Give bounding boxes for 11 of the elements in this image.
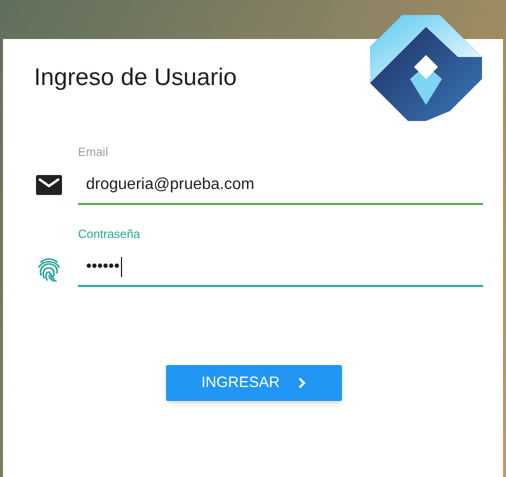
chevron-right-icon [298, 377, 306, 389]
field-label: Contraseña [78, 227, 142, 241]
field-label: Email [78, 145, 110, 159]
field-value: •••••• [86, 257, 120, 277]
password-field[interactable]: •••••• [78, 249, 483, 287]
card-title: Ingreso de Usuario [34, 63, 237, 93]
text-cursor [120, 257, 122, 277]
fingerprint-icon [36, 257, 60, 283]
email-field[interactable]: drogueria@prueba.com [78, 167, 483, 205]
mail-icon [36, 175, 62, 195]
field-value: drogueria@prueba.com [86, 175, 254, 195]
